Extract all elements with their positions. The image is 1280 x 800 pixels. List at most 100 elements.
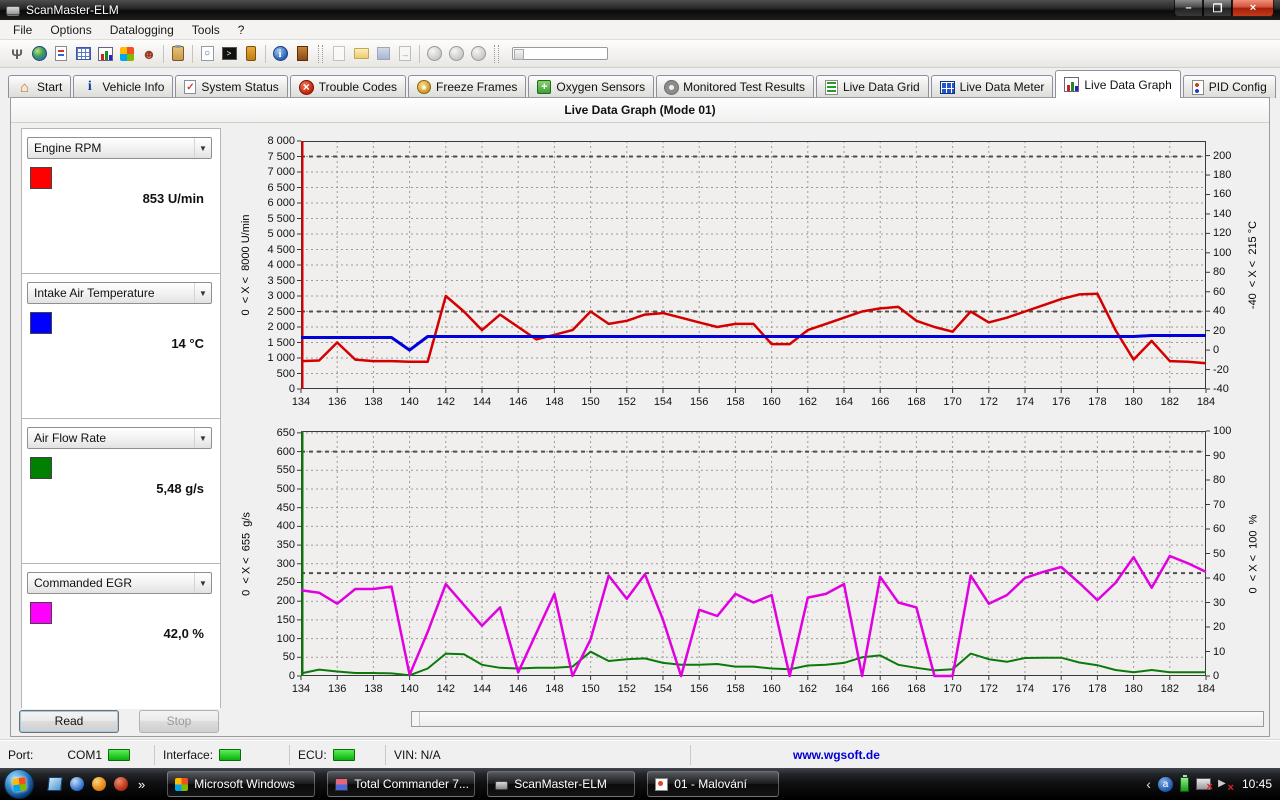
toolbar-search-button[interactable] [196,43,218,65]
tab-live-data-grid[interactable]: Live Data Grid [816,75,929,98]
tab-pid-config[interactable]: PID Config [1183,75,1276,98]
toolbar-play-button[interactable] [445,43,467,65]
toolbar-export-button[interactable] [394,43,416,65]
toolbar-grid-button[interactable] [72,43,94,65]
tab-freeze-frames[interactable]: Freeze Frames [408,75,526,98]
chip-icon [495,781,508,790]
menu-file[interactable]: File [4,21,41,39]
red-ball-icon[interactable] [114,777,128,791]
tab-label: Vehicle Info [102,80,164,94]
task-button-label: Microsoft Windows [194,777,295,791]
tab-start[interactable]: Start [8,75,71,98]
minimize-button[interactable]: – [1174,0,1203,17]
toolbar-separator [192,45,193,63]
sensor-select-intake-air-temperature[interactable]: Intake Air Temperature▼ [27,282,212,304]
taskbar-button-microsoft-windows[interactable]: Microsoft Windows [167,771,315,797]
tick-label: 164 [824,396,864,408]
toolbar-open-button[interactable] [350,43,372,65]
toolbar-user-button[interactable] [138,43,160,65]
sensor-select-engine-rpm[interactable]: Engine RPM▼ [27,137,212,159]
start-button[interactable] [4,769,34,799]
toolbar-info-button[interactable] [269,43,291,65]
menu-[interactable]: ? [229,21,254,39]
toolbar-terminal-button[interactable] [218,43,240,65]
user-icon [142,46,157,62]
taskbar-button-01-malov-n[interactable]: 01 - Malování [647,771,779,797]
newfile-icon [333,46,345,61]
taskbar-button-total-commander-7[interactable]: Total Commander 7... [327,771,475,797]
port-value: COM1 [67,748,102,762]
page-title: Live Data Graph (Mode 01) [11,98,1269,123]
menu-tools[interactable]: Tools [183,21,229,39]
tick-label: 144 [462,683,502,695]
tab-trouble-codes[interactable]: Trouble Codes [290,75,406,98]
tick-label: 174 [1005,683,1045,695]
volume-muted-icon[interactable] [1218,777,1232,791]
error-icon [299,80,314,95]
tc-icon [335,778,348,791]
stop-button[interactable]: Stop [139,710,219,733]
toolbar-connect-button[interactable] [6,43,28,65]
toolbar-clipboard-button[interactable] [167,43,189,65]
series-color-swatch [30,602,52,624]
toolbar-save-button[interactable] [372,43,394,65]
tab-monitored-test-results[interactable]: Monitored Test Results [656,75,814,98]
tab-vehicle-info[interactable]: Vehicle Info [73,75,173,98]
series-color-swatch [30,457,52,479]
toolbar-chip-button[interactable] [240,43,262,65]
tab-live-data-meter[interactable]: Live Data Meter [931,75,1054,98]
play-icon [449,46,464,61]
show-desktop-icon[interactable] [47,777,62,791]
tick-label: 142 [426,683,466,695]
close-button[interactable]: × [1232,0,1274,17]
tab-oxygen-sensors[interactable]: Oxygen Sensors [528,75,654,98]
tick-label: 146 [498,396,538,408]
info-icon [82,80,97,95]
chart-bottom-airflow-egr: 0501001502002503003504004505005506006500… [229,420,1269,708]
open-icon [354,48,369,59]
wgsoft-link[interactable]: www.wgsoft.de [793,748,880,762]
tab-label: System Status [201,80,278,94]
toolbar-slider[interactable] [512,47,608,60]
tick-label: 158 [715,683,755,695]
graph-scrollbar[interactable] [411,711,1264,727]
sensor-icon [537,80,551,94]
clock: 10:45 [1242,777,1272,791]
toolbar [0,40,1280,68]
orange-ball-icon[interactable] [92,777,106,791]
taskbar-button-scanmaster-elm[interactable]: ScanMaster-ELM [487,771,635,797]
tray-app-icon[interactable]: a [1158,777,1173,792]
toolbar-play-button[interactable] [423,43,445,65]
read-button[interactable]: Read [19,710,119,733]
grid-icon [76,47,91,60]
sensor-block-commanded-egr: Commanded EGR▼42,0 % [22,564,220,709]
tray-expand-chevron[interactable]: ‹ [1146,776,1151,792]
restore-button[interactable]: ❐ [1203,0,1232,17]
menu-bar: FileOptionsDataloggingTools? [0,20,1280,40]
toolbar-windows-button[interactable] [116,43,138,65]
sensor-select-commanded-egr[interactable]: Commanded EGR▼ [27,572,212,594]
tick-label: 170 [933,683,973,695]
menu-datalogging[interactable]: Datalogging [101,21,183,39]
network-disconnected-icon[interactable] [1196,778,1211,790]
sensor-select-air-flow-rate[interactable]: Air Flow Rate▼ [27,427,212,449]
quick-launch-more-chevron[interactable]: » [138,777,145,792]
tab-label: Start [37,80,62,94]
battery-icon[interactable] [1180,777,1189,792]
menu-options[interactable]: Options [41,21,100,39]
toolbar-newfile-button[interactable] [328,43,350,65]
right-axis-label: 0 < X < 100 % [1247,431,1261,676]
status-port: Port: COM1 [0,745,155,765]
toolbar-separator [265,45,266,63]
toolbar-globe-button[interactable] [28,43,50,65]
bar-graph-icon [1064,77,1079,92]
tick-label: 162 [788,683,828,695]
tab-live-data-graph[interactable]: Live Data Graph [1055,70,1180,98]
toolbar-play-button[interactable] [467,43,489,65]
toolbar-chart-button[interactable] [94,43,116,65]
media-player-icon[interactable] [70,777,84,791]
tab-label: Oxygen Sensors [556,80,645,94]
toolbar-report-button[interactable] [50,43,72,65]
tab-system-status[interactable]: System Status [175,75,287,98]
toolbar-exit-button[interactable] [291,43,313,65]
